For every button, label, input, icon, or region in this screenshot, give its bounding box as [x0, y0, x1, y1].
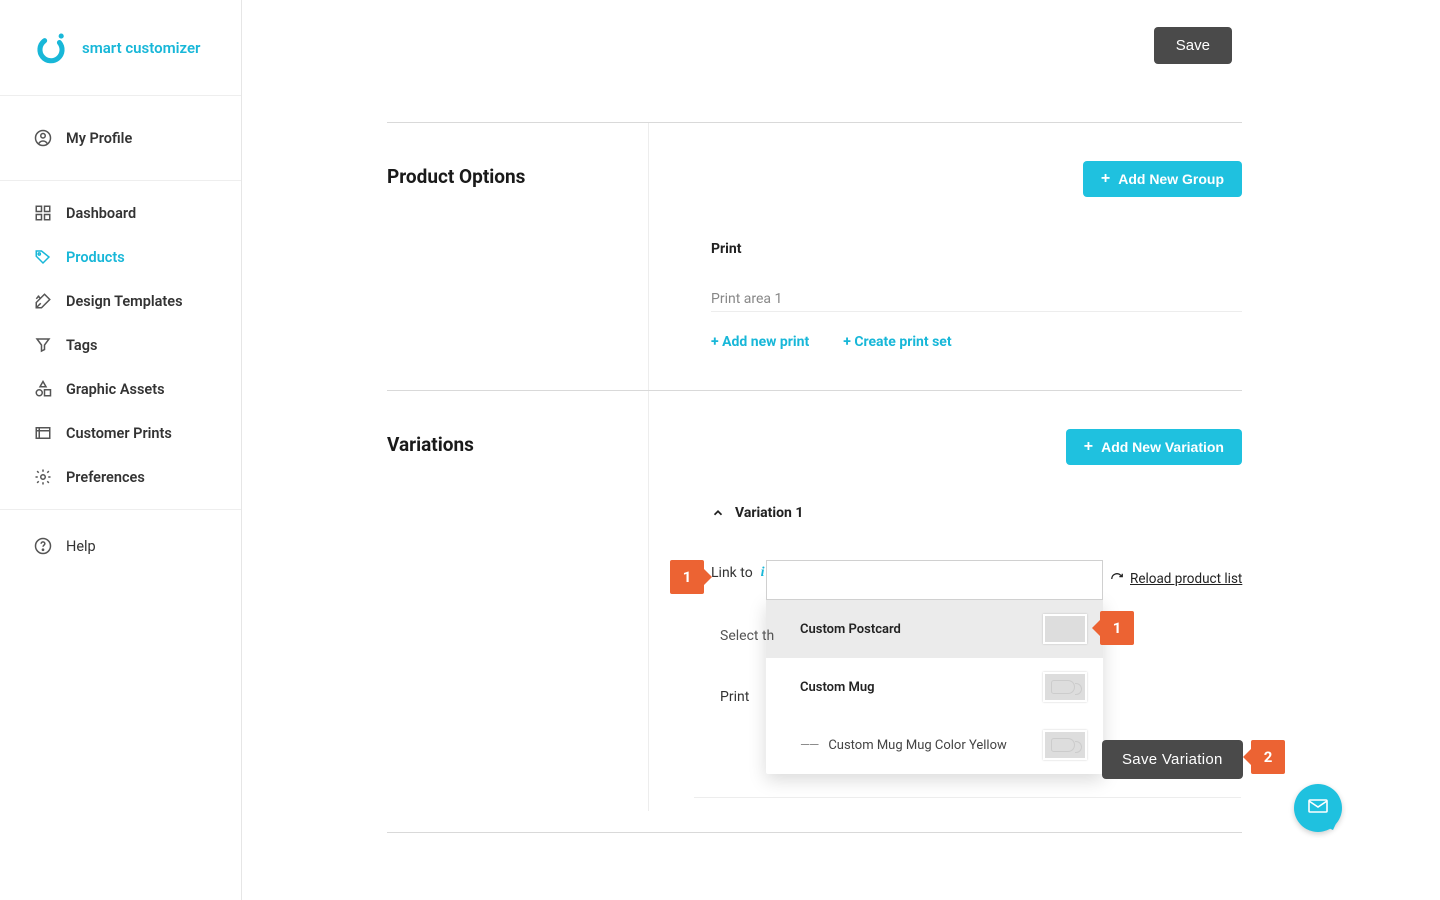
reload-icon [1110, 572, 1124, 586]
dropdown-option-label: Custom Mug [800, 680, 875, 695]
product-thumbnail [1043, 730, 1087, 760]
sidebar-item-my-profile[interactable]: My Profile [0, 116, 241, 160]
sidebar-item-customer-prints[interactable]: Customer Prints [0, 411, 241, 455]
dropdown-option-label: Custom Mug Mug Color Yellow [828, 738, 1006, 753]
sidebar-item-preferences[interactable]: Preferences [0, 455, 241, 499]
brand-logo: smart customizer [0, 0, 241, 96]
sidebar-item-label: Graphic Assets [66, 381, 165, 398]
sidebar-item-graphic-assets[interactable]: Graphic Assets [0, 367, 241, 411]
sidebar-item-label: Dashboard [66, 205, 136, 222]
sidebar-item-products[interactable]: Products [0, 235, 241, 279]
product-thumbnail [1043, 614, 1087, 644]
product-search-input[interactable] [766, 560, 1103, 600]
button-label: Add New Variation [1101, 439, 1224, 455]
sidebar-item-label: Customer Prints [66, 425, 172, 442]
mail-icon [1306, 794, 1330, 822]
profile-icon [34, 129, 52, 147]
prints-icon [34, 424, 52, 442]
option-group-label: Print [711, 241, 1242, 257]
plus-icon: + [1084, 439, 1093, 455]
select-label-partial: Select th [720, 628, 774, 644]
variation-accordion-header[interactable]: Variation 1 [711, 505, 1242, 521]
reload-label: Reload product list [1130, 571, 1242, 587]
sidebar-item-label: Products [66, 249, 125, 266]
shapes-icon [34, 380, 52, 398]
callout-marker-1: 1 [670, 560, 704, 594]
brand-name: smart customizer [82, 39, 200, 57]
indent-dash-icon: —— [800, 738, 818, 753]
brand-logo-mark [34, 31, 68, 65]
add-new-group-button[interactable]: + Add New Group [1083, 161, 1242, 197]
callout-marker-1b: 1 [1100, 611, 1134, 645]
create-print-set-link[interactable]: + Create print set [843, 334, 951, 350]
sidebar-item-design-templates[interactable]: Design Templates [0, 279, 241, 323]
chevron-up-icon [711, 506, 725, 520]
reload-product-list-link[interactable]: Reload product list [1110, 571, 1242, 587]
print-label: Print [720, 689, 749, 705]
dropdown-option-custom-postcard[interactable]: Custom Postcard [766, 600, 1103, 658]
sidebar-item-tags[interactable]: Tags [0, 323, 241, 367]
sidebar-item-dashboard[interactable]: Dashboard [0, 191, 241, 235]
sidebar-item-label: Preferences [66, 469, 145, 486]
product-options-heading: Product Options [387, 165, 648, 188]
section-divider [387, 832, 1242, 833]
variations-heading: Variations [387, 433, 648, 456]
print-area-row[interactable]: Print area 1 [711, 291, 1242, 312]
sidebar-item-label: Tags [66, 337, 97, 354]
product-thumbnail [1043, 672, 1087, 702]
variation-name: Variation 1 [735, 505, 803, 521]
plus-icon: + [1101, 171, 1110, 187]
chat-bubble-tail [1324, 821, 1342, 839]
sidebar-item-label: Design Templates [66, 293, 183, 310]
tag-icon [34, 248, 52, 266]
dashboard-icon [34, 204, 52, 222]
link-to-label: Link to [711, 565, 753, 581]
sidebar: smart customizer My Profile Dashboard Pr… [0, 0, 242, 900]
help-icon [34, 537, 52, 555]
filter-icon [34, 336, 52, 354]
add-new-variation-button[interactable]: + Add New Variation [1066, 429, 1242, 465]
sidebar-item-help[interactable]: Help [0, 524, 241, 568]
button-label: Add New Group [1118, 171, 1224, 187]
dropdown-option-label: Custom Postcard [800, 622, 901, 637]
save-variation-button[interactable]: Save Variation [1102, 740, 1243, 779]
design-icon [34, 292, 52, 310]
sidebar-item-label: Help [66, 538, 96, 555]
dropdown-option-custom-mug[interactable]: Custom Mug [766, 658, 1103, 716]
gear-icon [34, 468, 52, 486]
inner-divider [694, 797, 1241, 798]
info-icon[interactable]: i [761, 565, 765, 581]
add-new-print-link[interactable]: + Add new print [711, 334, 809, 350]
product-dropdown-list: Custom Postcard Custom Mug —— Custom Mug… [766, 600, 1103, 774]
callout-marker-2: 2 [1251, 740, 1285, 774]
product-link-dropdown: Custom Postcard Custom Mug —— Custom Mug… [766, 560, 1103, 774]
main-content: Save Product Options + Add New Group Pri… [242, 0, 1440, 900]
sidebar-item-label: My Profile [66, 130, 132, 147]
dropdown-option-custom-mug-yellow[interactable]: —— Custom Mug Mug Color Yellow [766, 716, 1103, 774]
